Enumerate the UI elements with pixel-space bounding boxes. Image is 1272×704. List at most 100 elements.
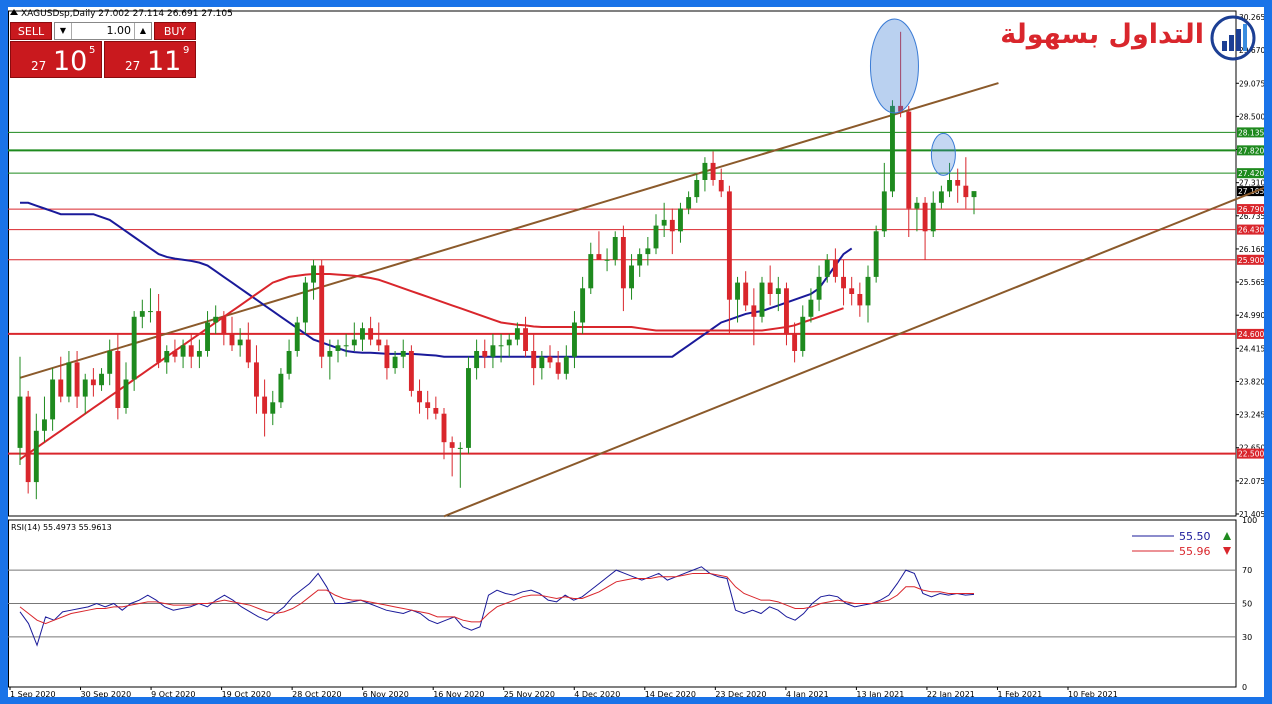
- x-tick-label: 19 Oct 2020: [222, 690, 271, 697]
- sell-button[interactable]: SELL: [10, 22, 52, 40]
- candle-body: [922, 202, 928, 232]
- candle-body: [873, 231, 879, 277]
- buy-button[interactable]: BUY: [154, 22, 196, 40]
- candle-body: [180, 345, 186, 357]
- candle-body: [172, 350, 178, 357]
- buy-price-prefix: 27: [125, 59, 141, 73]
- highlight-ellipse: [869, 18, 919, 114]
- candle-body: [33, 430, 39, 483]
- candle-body: [123, 379, 129, 408]
- chevron-down-icon[interactable]: ▼: [55, 23, 72, 39]
- candle-body: [669, 219, 675, 232]
- candle-body: [115, 350, 121, 408]
- candle-body: [131, 316, 137, 380]
- y-tick-label: 26.160: [1239, 245, 1264, 254]
- symbol-header: XAGUSDsp,Daily 27.002 27.114 26.691 27.1…: [8, 7, 233, 21]
- chart-canvas[interactable]: 30.26529.67029.07528.50027.90527.31026.7…: [8, 7, 1264, 697]
- x-tick-label: 16 Nov 2020: [433, 690, 484, 697]
- candle-body: [751, 305, 757, 317]
- candle-body: [254, 362, 259, 397]
- highlight-ellipse: [930, 132, 956, 176]
- candle-body: [971, 191, 977, 198]
- candle-body: [400, 350, 406, 357]
- level-price-label: 26.430: [1238, 226, 1264, 235]
- candle-body: [425, 402, 431, 408]
- candle-body: [930, 202, 936, 232]
- candle-body: [580, 288, 586, 323]
- candle-body: [563, 356, 569, 374]
- x-tick-label: 6 Nov 2020: [363, 690, 409, 697]
- arrow-up-icon: [1223, 532, 1231, 540]
- x-tick-label: 25 Nov 2020: [504, 690, 555, 697]
- sell-price-box[interactable]: 27 10 5: [10, 41, 102, 78]
- candle-body: [808, 299, 814, 317]
- candle-body: [17, 396, 23, 448]
- y-tick-label: 24.990: [1239, 311, 1264, 320]
- candle-body: [156, 311, 162, 363]
- candle-body: [857, 293, 863, 306]
- brand-logo: التداول بسهولة: [1000, 15, 1256, 61]
- candle-body: [678, 208, 683, 232]
- candle-body: [433, 407, 439, 414]
- candle-body: [205, 322, 210, 351]
- candle-body: [726, 191, 732, 300]
- arrow-down-icon: [1223, 547, 1231, 555]
- candle-body: [188, 345, 194, 357]
- candle-body: [784, 288, 789, 334]
- candle-body: [718, 179, 724, 192]
- y-tick-label: 22.075: [1239, 477, 1264, 486]
- candle-body: [800, 316, 806, 351]
- candle-body: [865, 276, 871, 306]
- y-tick-label: 25.565: [1239, 278, 1264, 287]
- candle-body: [743, 282, 749, 306]
- x-tick-label: 10 Feb 2021: [1068, 690, 1118, 697]
- chevron-up-icon[interactable]: ▲: [134, 23, 151, 39]
- candle-body: [547, 356, 553, 363]
- candle-body: [368, 328, 374, 340]
- buy-price-pip: 9: [183, 45, 190, 56]
- x-tick-label: 13 Jan 2021: [856, 690, 904, 697]
- candle-body: [759, 282, 765, 317]
- sell-price-main: 10: [53, 46, 88, 77]
- y-tick-label: 23.245: [1239, 411, 1264, 420]
- candle-body: [735, 282, 740, 300]
- candle-body: [327, 350, 333, 357]
- buy-price-main: 11: [147, 46, 182, 77]
- collapse-triangle-icon[interactable]: [10, 9, 18, 15]
- candle-body: [539, 356, 545, 369]
- lot-size-value[interactable]: 1.00: [73, 23, 133, 39]
- level-price-label: 22.500: [1238, 450, 1264, 459]
- candle-body: [99, 373, 104, 386]
- candle-body: [596, 254, 602, 260]
- brand-logo-text: التداول بسهولة: [1000, 19, 1204, 50]
- lot-size-field[interactable]: ▼ 1.00 ▲: [54, 22, 152, 40]
- candle-body: [841, 276, 846, 289]
- candle-body: [474, 350, 480, 369]
- candle-body: [466, 368, 471, 448]
- candle-body: [914, 202, 920, 209]
- candle-body: [702, 162, 708, 180]
- candle-body: [351, 339, 357, 346]
- candle-body: [196, 350, 202, 357]
- sell-price-prefix: 27: [31, 59, 47, 73]
- level-price-label: 25.900: [1238, 256, 1264, 265]
- candle-body: [449, 442, 455, 448]
- x-tick-label: 4 Jan 2021: [786, 690, 829, 697]
- candle-body: [335, 345, 341, 351]
- candle-body: [816, 276, 822, 300]
- buy-price-box[interactable]: 27 11 9: [104, 41, 196, 78]
- candle-body: [890, 105, 895, 192]
- x-tick-label: 1 Feb 2021: [997, 690, 1042, 697]
- rsi-y-tick-label: 100: [1242, 516, 1257, 525]
- candle-body: [319, 265, 325, 357]
- candle-body: [629, 265, 634, 289]
- rsi-y-tick-label: 50: [1242, 600, 1252, 609]
- candle-body: [58, 379, 64, 397]
- sell-price-pip: 5: [89, 45, 96, 56]
- candle-body: [832, 259, 838, 277]
- one-click-trade-panel: SELL ▼ 1.00 ▲ BUY 27 10 5 27 11 9: [10, 22, 196, 78]
- candle-body: [221, 316, 227, 334]
- candle-body: [498, 345, 504, 347]
- candle-body: [620, 236, 626, 289]
- candle-body: [849, 288, 855, 294]
